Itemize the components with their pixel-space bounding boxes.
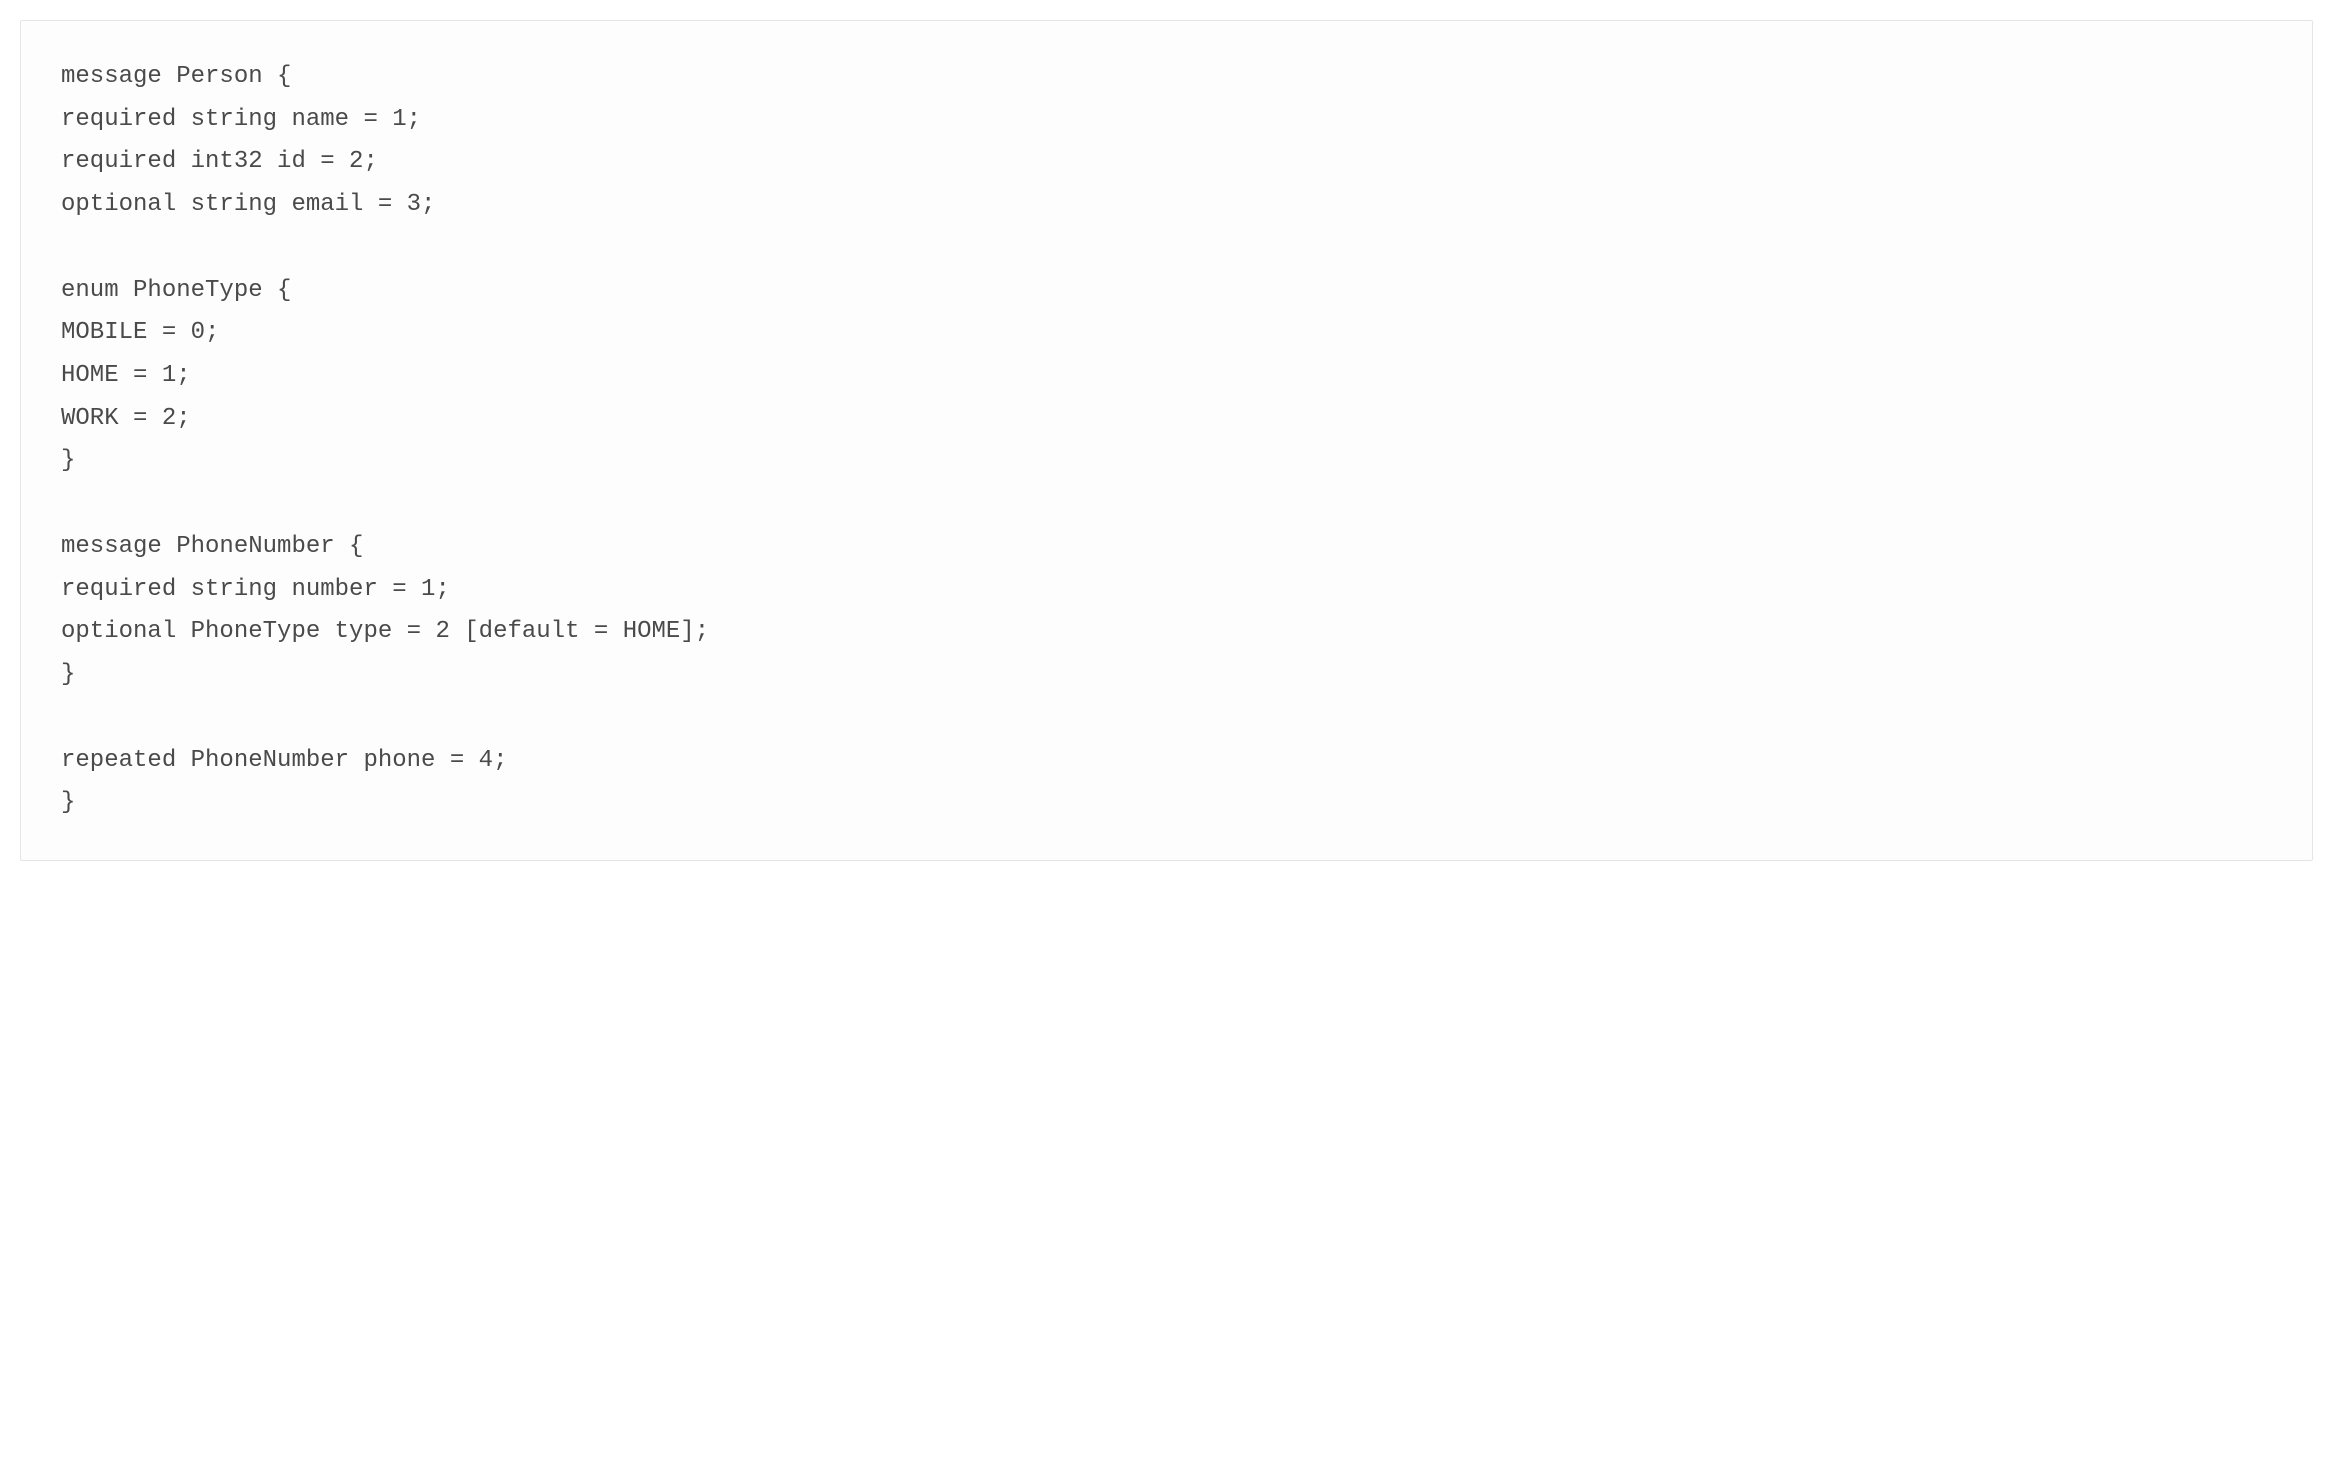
code-block: message Person { required string name = … (20, 20, 2313, 861)
code-line: } (61, 654, 2272, 697)
code-line: MOBILE = 0; (61, 312, 2272, 355)
code-line: required string number = 1; (61, 569, 2272, 612)
code-line: optional string email = 3; (61, 184, 2272, 227)
code-line: HOME = 1; (61, 355, 2272, 398)
code-line-blank (61, 483, 2272, 526)
code-line: WORK = 2; (61, 398, 2272, 441)
code-line: optional PhoneType type = 2 [default = H… (61, 611, 2272, 654)
code-line: message Person { (61, 56, 2272, 99)
code-line: } (61, 782, 2272, 825)
code-line: enum PhoneType { (61, 270, 2272, 313)
code-line: required string name = 1; (61, 99, 2272, 142)
code-line: repeated PhoneNumber phone = 4; (61, 740, 2272, 783)
code-line: message PhoneNumber { (61, 526, 2272, 569)
code-line: } (61, 440, 2272, 483)
code-line-blank (61, 227, 2272, 270)
code-line: required int32 id = 2; (61, 141, 2272, 184)
code-line-blank (61, 697, 2272, 740)
